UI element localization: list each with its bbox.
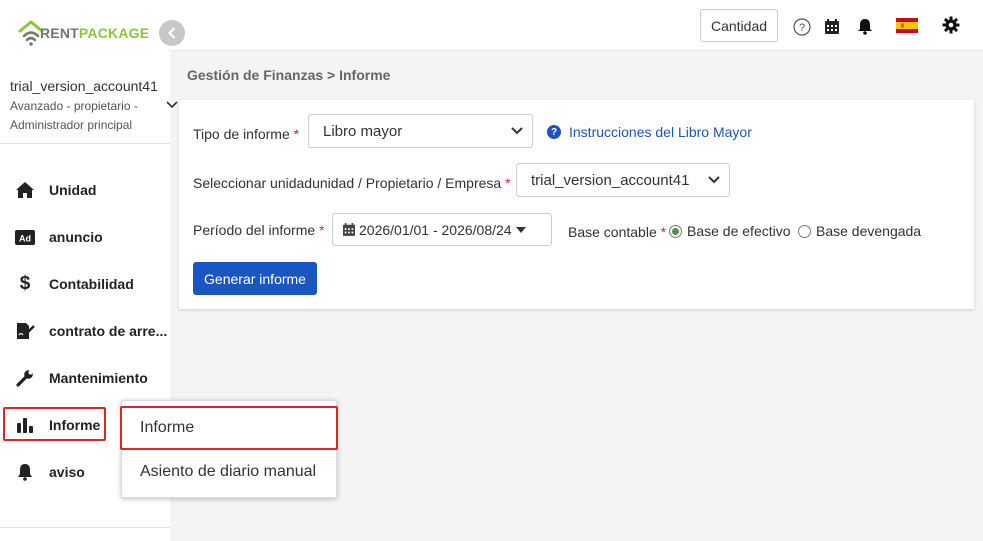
sidebar-item-contabilidad[interactable]: $ Contabilidad <box>0 266 170 302</box>
divider <box>0 527 170 528</box>
spain-flag-icon[interactable] <box>896 18 918 33</box>
account-name: trial_version_account41 <box>10 78 158 94</box>
account-switcher[interactable]: trial_version_account41 Avanzado - propi… <box>0 70 170 144</box>
ledger-instructions-text: Instrucciones del Libro Mayor <box>569 124 752 140</box>
sidebar-item-label: anuncio <box>49 229 103 245</box>
chevron-down-icon <box>708 176 720 184</box>
gear-icon[interactable] <box>942 16 960 34</box>
select-unit-value: trial_version_account41 <box>531 171 690 189</box>
report-type-select[interactable]: Libro mayor <box>308 114 533 148</box>
svg-text:?: ? <box>799 22 805 34</box>
accrual-basis-label: Base devengada <box>816 223 922 239</box>
report-period-value: 2026/01/01 - 2026/08/24 <box>359 221 512 238</box>
report-type-value: Libro mayor <box>323 122 403 140</box>
dollar-icon: $ <box>19 273 31 294</box>
accrual-basis-radio[interactable]: Base devengada <box>798 223 921 239</box>
brand-name: RENTPACKAGE <box>40 25 150 41</box>
calendar-icon <box>343 223 355 236</box>
radio-selected <box>669 224 682 238</box>
sidebar-item-unidad[interactable]: Unidad <box>0 172 170 208</box>
report-form-card: Tipo de informe * Libro mayor ? Instrucc… <box>179 100 974 309</box>
informe-submenu: Informe Asiento de diario manual <box>120 400 338 498</box>
breadcrumb: Gestión de Finanzas > Informe <box>187 67 391 83</box>
topbar: Cantidad ? <box>170 0 983 51</box>
generate-report-button[interactable]: Generar informe <box>193 262 317 295</box>
cash-basis-label: Base de efectivo <box>687 223 791 239</box>
sidebar-item-label: Unidad <box>49 182 97 198</box>
accounting-basis-label: Base contable * <box>568 224 667 240</box>
cash-basis-radio[interactable]: Base de efectivo <box>669 223 791 239</box>
select-unit-select[interactable]: trial_version_account41 <box>516 163 730 197</box>
sidebar-item-anuncio[interactable]: Ad anuncio <box>0 219 170 255</box>
bell-icon[interactable] <box>857 18 873 35</box>
logo: RENTPACKAGE <box>0 0 170 62</box>
report-type-label: Tipo de informe * <box>193 126 300 142</box>
wrench-icon <box>15 369 35 387</box>
caret-down-icon <box>515 226 526 233</box>
radio-unselected <box>798 224 811 238</box>
submenu-item-manual-journal[interactable]: Asiento de diario manual <box>122 450 338 494</box>
home-icon <box>15 181 35 199</box>
account-role: Avanzado - propietario - Administrador p… <box>10 99 138 132</box>
contract-icon <box>15 322 35 340</box>
select-unit-label: Seleccionar unidadunidad / Propietario /… <box>193 175 511 191</box>
sidebar-item-mantenimiento[interactable]: Mantenimiento <box>0 360 170 396</box>
svg-text:Ad: Ad <box>19 233 31 243</box>
chevron-down-icon <box>511 127 523 135</box>
bar-chart-icon <box>15 416 35 434</box>
report-period-label: Período del informe * <box>193 222 325 238</box>
sidebar-item-label: Informe <box>49 417 101 433</box>
sidebar-item-informe[interactable]: Informe <box>3 407 106 441</box>
sidebar-item-label: aviso <box>49 464 85 480</box>
collapse-sidebar-button[interactable] <box>159 20 185 46</box>
cantidad-button[interactable]: Cantidad <box>700 9 778 42</box>
chevron-left-icon <box>168 27 176 39</box>
bell-icon <box>15 463 35 481</box>
sidebar-item-label: contrato de arre... <box>49 323 168 339</box>
submenu-item-informe[interactable]: Informe <box>120 406 338 450</box>
ad-icon: Ad <box>15 228 35 246</box>
report-period-picker[interactable]: 2026/01/01 - 2026/08/24 <box>332 213 552 246</box>
sidebar-item-contrato[interactable]: contrato de arre... <box>0 313 170 349</box>
sidebar-item-label: Mantenimiento <box>49 370 148 386</box>
help-icon: ? <box>547 125 561 139</box>
sidebar-item-label: Contabilidad <box>49 276 134 292</box>
help-icon[interactable]: ? <box>793 18 811 36</box>
calendar-icon[interactable] <box>825 19 839 34</box>
chevron-down-icon[interactable] <box>166 101 178 109</box>
ledger-instructions-link[interactable]: ? Instrucciones del Libro Mayor <box>547 124 752 140</box>
